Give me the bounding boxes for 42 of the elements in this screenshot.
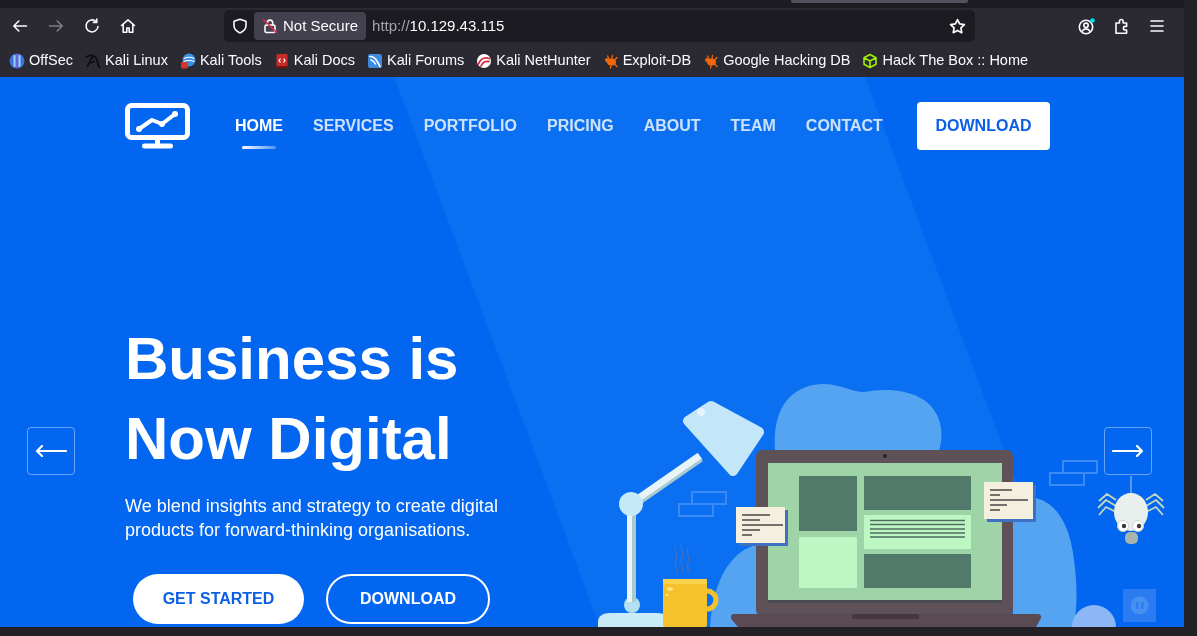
address-bar[interactable]: Not Secure http://10.129.43.115 bbox=[224, 10, 975, 42]
hero-heading: Business is Now Digital bbox=[125, 324, 460, 474]
star-icon[interactable] bbox=[949, 17, 966, 35]
download-outline-button[interactable]: DOWNLOAD bbox=[326, 574, 490, 624]
account-icon[interactable] bbox=[1078, 17, 1095, 35]
back-icon[interactable] bbox=[12, 18, 28, 34]
bug-icon bbox=[703, 52, 720, 69]
previous-slide-button[interactable] bbox=[27, 427, 75, 475]
monitor-chart-logo-icon[interactable] bbox=[125, 103, 190, 149]
shield-icon[interactable] bbox=[232, 18, 248, 34]
arrow-right-icon bbox=[1112, 445, 1144, 457]
bookmark-link[interactable]: Kali Forums bbox=[367, 49, 465, 72]
bookmark-link[interactable]: Kali Tools bbox=[179, 49, 262, 72]
active-underline bbox=[242, 146, 276, 149]
globe-badge-icon bbox=[179, 52, 196, 69]
bookmark-link[interactable]: Kali Docs bbox=[273, 49, 355, 72]
get-started-button[interactable]: GET STARTED bbox=[133, 574, 304, 624]
arrow-left-icon bbox=[35, 445, 67, 457]
next-slide-button[interactable] bbox=[1104, 427, 1152, 475]
squiggle-icon bbox=[85, 52, 102, 69]
home-icon[interactable] bbox=[120, 18, 136, 34]
hero-description: We blend insights and strategy to create digital products for forward-thinking organisations. bbox=[125, 495, 499, 542]
reload-icon[interactable] bbox=[84, 18, 100, 34]
url-field[interactable]: http://10.129.43.115 bbox=[372, 14, 505, 38]
bookmark-link[interactable]: Hack The Box :: Home bbox=[862, 49, 1029, 72]
bookmark-link[interactable]: Google Hacking DB bbox=[703, 49, 851, 72]
sphere-icon bbox=[9, 52, 25, 69]
connection-security-button[interactable]: Not Secure bbox=[254, 12, 367, 40]
bookmark-link[interactable]: Kali Linux bbox=[85, 49, 168, 72]
nav-link[interactable]: HOME bbox=[235, 116, 283, 149]
bookmark-link[interactable]: Kali NetHunter bbox=[476, 49, 591, 72]
menu-icon[interactable] bbox=[1149, 19, 1165, 33]
download-button[interactable]: DOWNLOAD bbox=[917, 102, 1050, 150]
curve-tile-icon bbox=[367, 52, 383, 69]
lock-slash-icon bbox=[262, 18, 278, 34]
bookmark-link[interactable]: Exploit-DB bbox=[602, 49, 692, 72]
puzzle-piece-icon[interactable] bbox=[1114, 18, 1130, 34]
striped-ball-icon bbox=[476, 52, 493, 69]
bug-icon bbox=[602, 52, 619, 69]
cube-icon bbox=[862, 52, 879, 69]
nav-link[interactable]: SERVICES bbox=[313, 116, 394, 136]
bookmark-link[interactable]: OffSec bbox=[9, 49, 74, 72]
